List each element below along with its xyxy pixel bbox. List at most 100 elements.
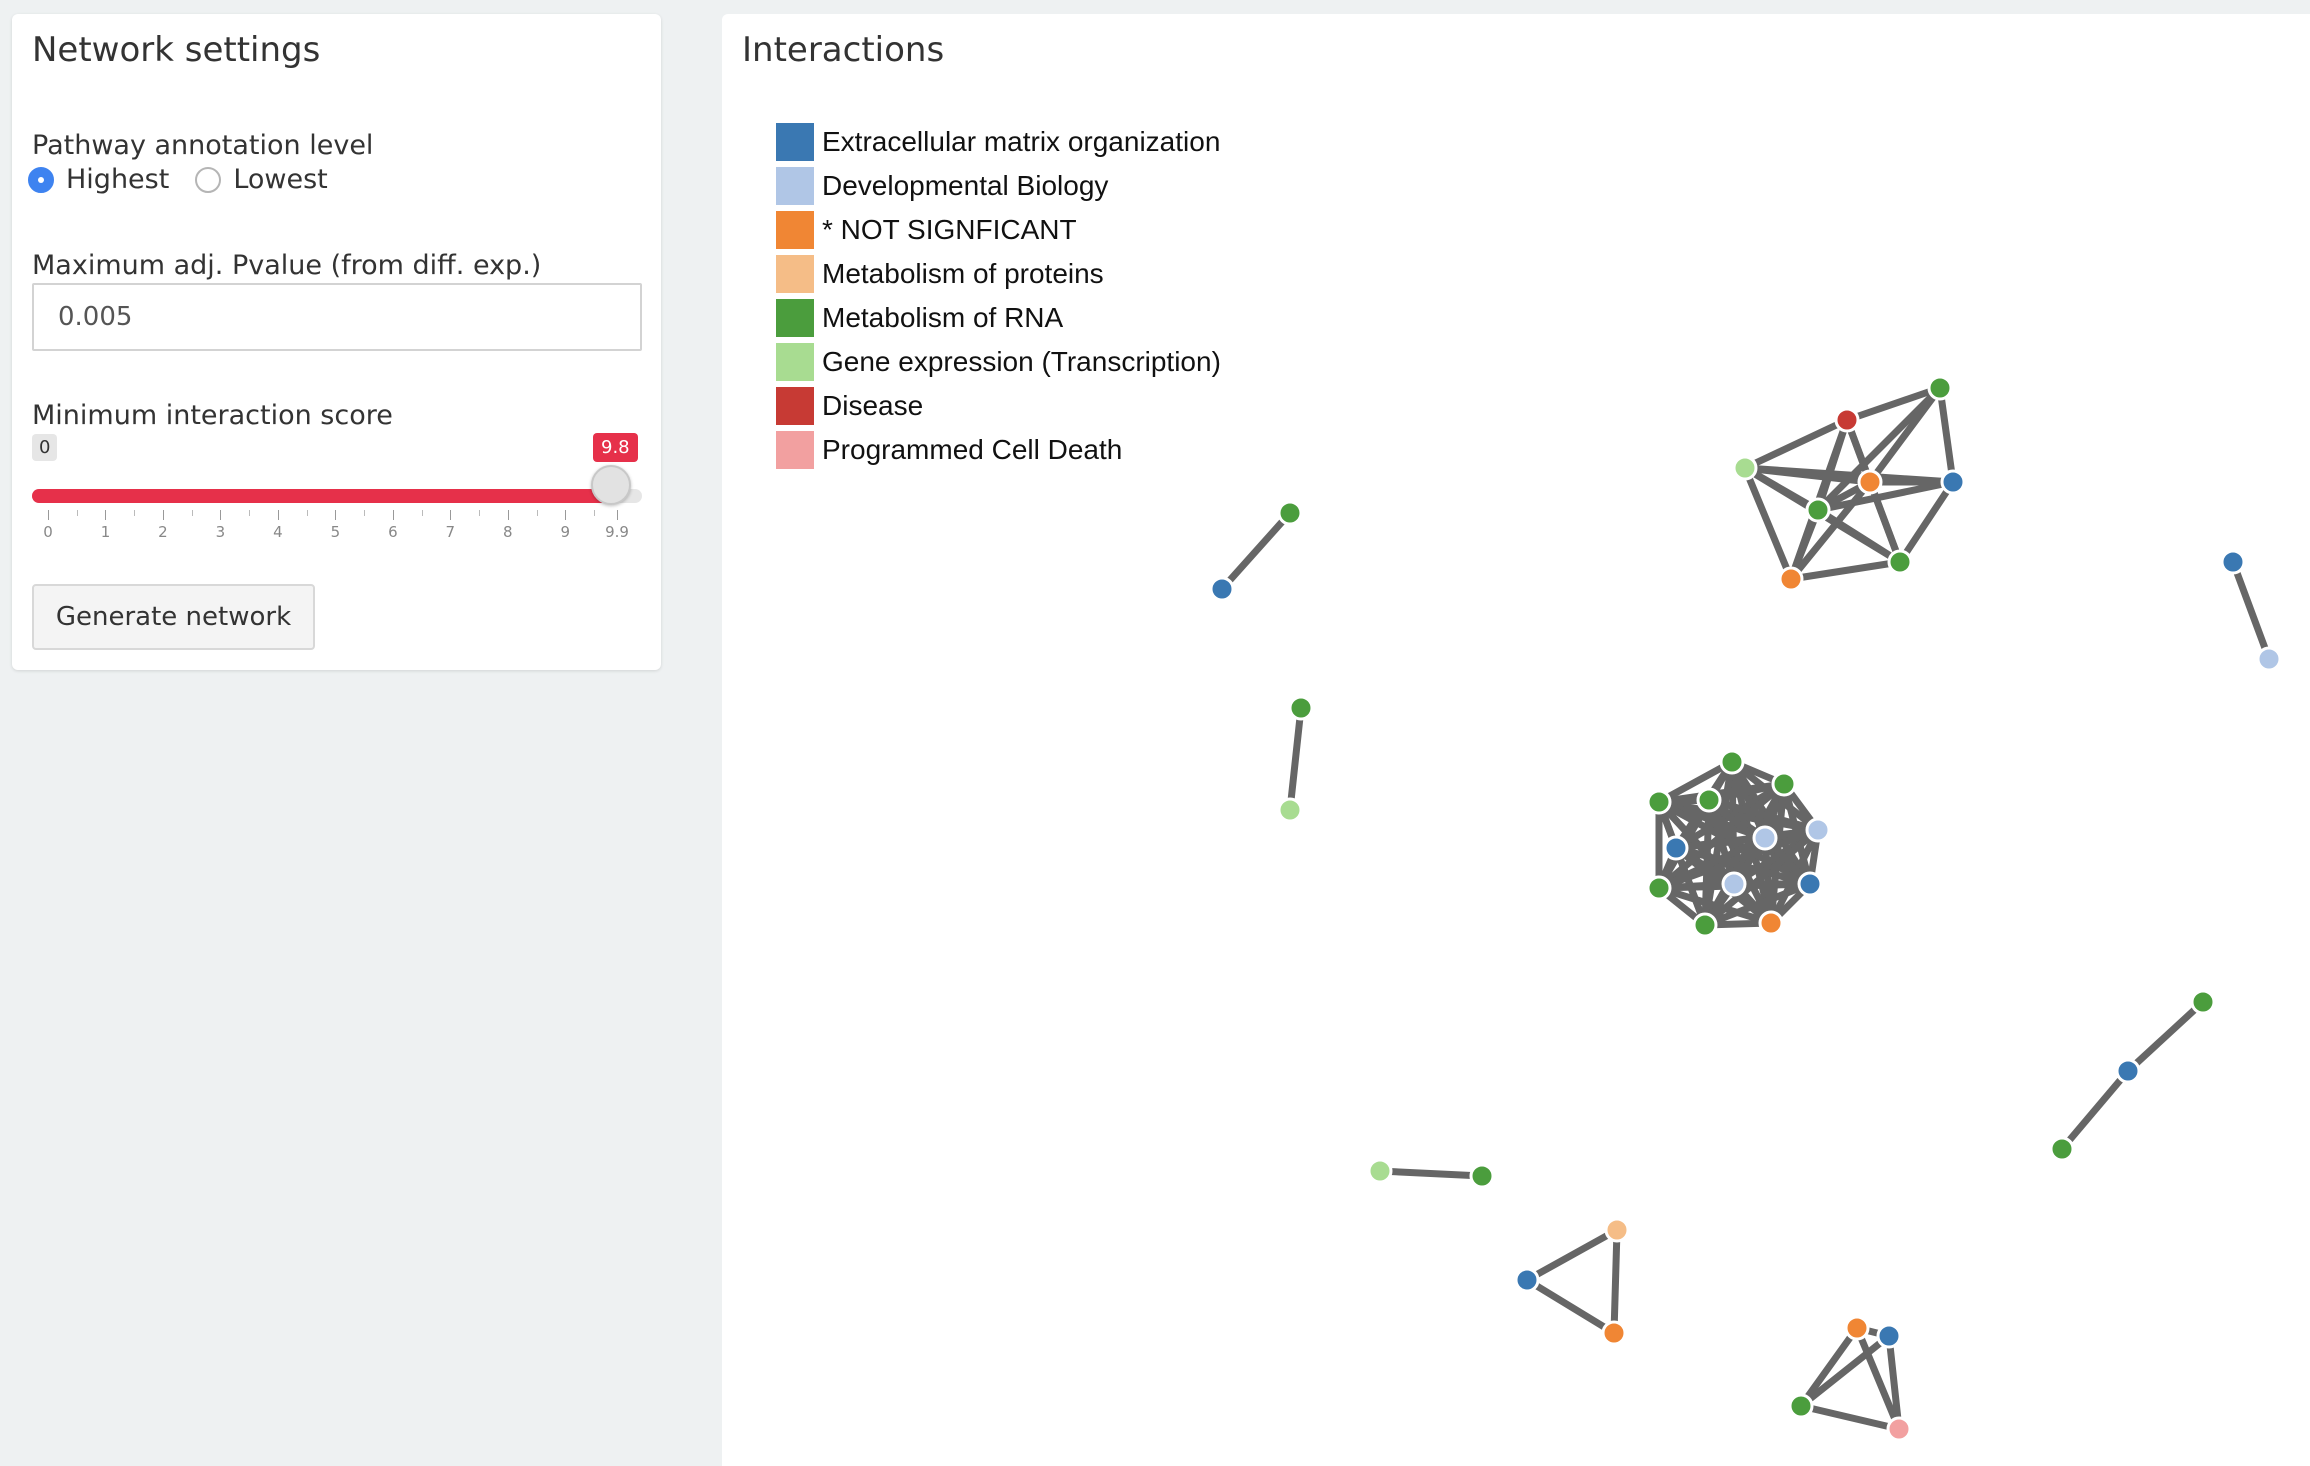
legend-swatch (776, 123, 814, 161)
legend-swatch (776, 431, 814, 469)
legend-swatch (776, 255, 814, 293)
network-node[interactable] (1788, 1393, 1814, 1419)
network-node[interactable] (1886, 1416, 1912, 1442)
network-node[interactable] (1646, 789, 1672, 815)
network-edge (2058, 1067, 2132, 1153)
radio-highest[interactable]: Highest (28, 164, 169, 195)
legend-item: Developmental Biology (776, 164, 1221, 208)
network-node[interactable] (2115, 1058, 2141, 1084)
slider-tick (617, 510, 618, 520)
network-node[interactable] (1940, 469, 1966, 495)
slider-tick-label: 1 (100, 523, 111, 541)
network-edge (1797, 1402, 1903, 1433)
interaction-score-label: Minimum interaction score (32, 400, 393, 431)
network-node[interactable] (1367, 1158, 1393, 1184)
slider-tick (134, 510, 136, 516)
network-node[interactable] (1277, 500, 1303, 526)
slider-tick (507, 510, 509, 520)
network-edge (1523, 1226, 1621, 1284)
network-node[interactable] (1778, 566, 1804, 592)
legend-swatch (776, 299, 814, 337)
network-node[interactable] (1469, 1163, 1495, 1189)
radio-lowest-circle[interactable] (195, 166, 222, 193)
legend-item: Programmed Cell Death (776, 428, 1221, 472)
slider-tick (565, 510, 567, 520)
slider-tick (335, 510, 337, 520)
network-edge (1936, 384, 1957, 486)
network-node[interactable] (1758, 910, 1784, 936)
network-node[interactable] (2256, 646, 2282, 672)
legend-item: Metabolism of proteins (776, 252, 1221, 296)
network-edge (2124, 998, 2207, 1075)
network-edge (1218, 509, 1294, 593)
pvalue-input[interactable] (32, 283, 642, 351)
legend-label: Developmental Biology (822, 170, 1109, 201)
network-node[interactable] (1692, 912, 1718, 938)
legend-item: Gene expression (Transcription) (776, 340, 1221, 384)
network-node[interactable] (1601, 1320, 1627, 1346)
radio-lowest[interactable]: Lowest (195, 164, 328, 195)
slider-tick (191, 510, 193, 516)
network-node[interactable] (1834, 407, 1860, 433)
legend-label: Metabolism of RNA (822, 302, 1064, 333)
slider-tick-label: 6 (388, 523, 398, 541)
generate-network-button[interactable]: Generate network (32, 584, 315, 650)
network-node[interactable] (1721, 871, 1747, 897)
slider-value-badge: 9.8 (593, 433, 638, 462)
slider-tick (162, 510, 164, 520)
legend-label: Metabolism of proteins (822, 258, 1104, 289)
network-edge (1610, 1226, 1621, 1337)
network-node[interactable] (1752, 825, 1778, 851)
slider-tick (364, 510, 366, 516)
slider-tick (594, 510, 595, 516)
network-node[interactable] (2190, 989, 2216, 1015)
network-node[interactable] (1732, 455, 1758, 481)
network-node[interactable] (1927, 375, 1953, 401)
pathway-radio-group: Highest Lowest (28, 164, 354, 195)
legend-label: * NOT SIGNFICANT (822, 214, 1077, 245)
network-node[interactable] (1514, 1267, 1540, 1293)
slider-tick (479, 510, 481, 516)
legend-item: Extracellular matrix organization (776, 120, 1221, 164)
slider-tick (306, 510, 308, 516)
network-settings-panel: Network settings Pathway annotation leve… (12, 14, 661, 670)
slider-handle[interactable] (591, 465, 632, 505)
network-node[interactable] (1663, 835, 1689, 861)
network-node[interactable] (1857, 469, 1883, 495)
network-node[interactable] (1209, 576, 1235, 602)
network-node[interactable] (1719, 749, 1745, 775)
slider-tick-label: 0 (43, 523, 53, 541)
network-node[interactable] (1805, 497, 1831, 523)
network-node[interactable] (2049, 1136, 2075, 1162)
network-edge (1523, 1276, 1618, 1337)
legend-label: Extracellular matrix organization (822, 126, 1221, 157)
legend-item: * NOT SIGNFICANT (776, 208, 1221, 252)
slider-tick-label: 4 (273, 523, 283, 541)
slider-tick-label: 8 (503, 523, 513, 541)
legend-swatch (776, 211, 814, 249)
network-node[interactable] (1876, 1323, 1902, 1349)
network-node[interactable] (1797, 871, 1823, 897)
network-node[interactable] (2220, 549, 2246, 575)
legend-item: Metabolism of RNA (776, 296, 1221, 340)
slider-fill (32, 489, 612, 503)
slider-track[interactable] (32, 489, 642, 503)
network-node[interactable] (1844, 1315, 1870, 1341)
network-node[interactable] (1604, 1217, 1630, 1243)
slider-tick-label: 9.9 (605, 523, 629, 541)
network-node[interactable] (1646, 875, 1672, 901)
network-node[interactable] (1696, 787, 1722, 813)
network-node[interactable] (1277, 797, 1303, 823)
network-node[interactable] (1805, 817, 1831, 843)
slider-tick (392, 510, 394, 520)
network-node[interactable] (1288, 695, 1314, 721)
slider-tick (220, 510, 222, 520)
network-node[interactable] (1887, 549, 1913, 575)
slider-tick (450, 510, 452, 520)
network-node[interactable] (1771, 771, 1797, 797)
legend-label: Gene expression (Transcription) (822, 346, 1221, 377)
interactions-panel: Interactions Extracellular matrix organi… (722, 14, 2310, 1466)
radio-highest-circle[interactable] (28, 166, 54, 193)
slider-tick-label: 3 (215, 523, 226, 541)
slider-tick-label: 2 (158, 523, 168, 541)
